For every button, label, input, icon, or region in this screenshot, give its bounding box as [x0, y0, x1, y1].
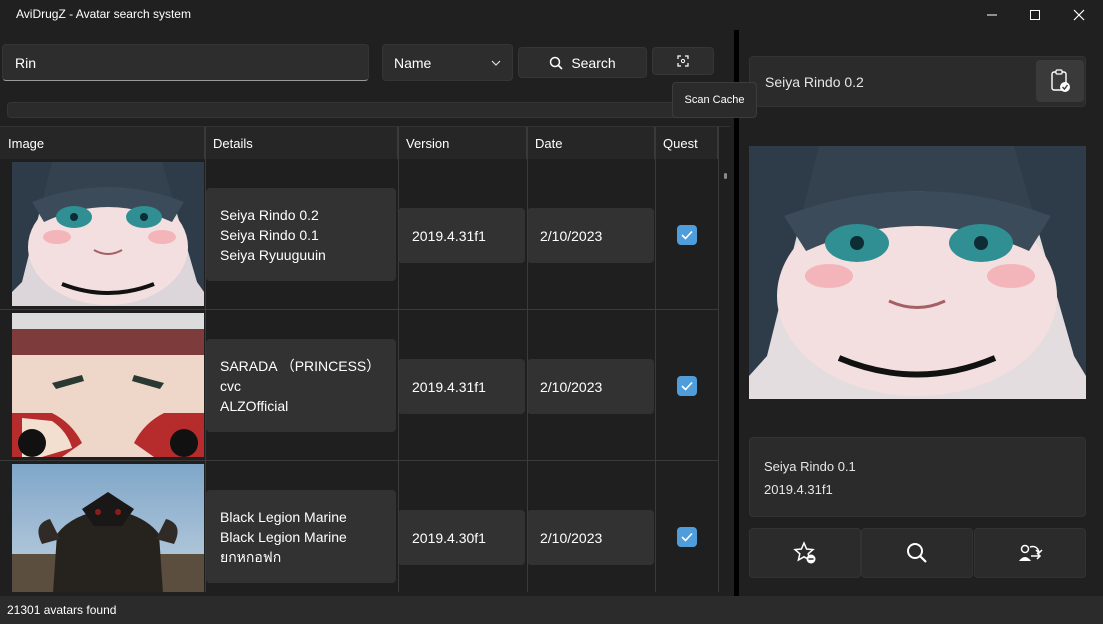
date-cell: 2/10/2023	[527, 510, 654, 565]
avatar-description: cvc	[220, 377, 241, 394]
search-button-label: Search	[571, 54, 616, 71]
close-icon	[1073, 9, 1085, 21]
table-row[interactable]: SARADA （PRINCESS） cvc ALZOfficial 2019.4…	[0, 310, 718, 461]
change-avatar-button[interactable]	[974, 528, 1086, 578]
details-cell: Seiya Rindo 0.2 Seiya Rindo 0.1 Seiya Ry…	[206, 188, 396, 281]
selected-avatar-description: Seiya Rindo 0.1	[764, 459, 856, 474]
avatar-author: ยกหกอฟก	[220, 548, 282, 565]
checkmark-icon	[681, 381, 693, 391]
column-divider	[205, 127, 206, 592]
avatar-grid: Image Details Version Date Quest Seiya R…	[0, 126, 730, 592]
column-divider	[527, 127, 528, 592]
scan-cache-button[interactable]	[652, 47, 714, 75]
avatar-author: ALZOfficial	[220, 397, 289, 414]
copy-id-button[interactable]	[1036, 60, 1084, 102]
avatar-name: Seiya Rindo 0.2	[220, 206, 319, 223]
search-mode-value: Name	[394, 54, 432, 71]
maximize-button[interactable]	[1012, 0, 1058, 30]
version-cell: 2019.4.31f1	[398, 208, 525, 263]
avatar-description: Black Legion Marine	[220, 528, 347, 545]
avatar-thumbnail	[12, 313, 204, 457]
selected-avatar-version: 2019.4.31f1	[764, 482, 833, 497]
search-input[interactable]: Rin	[2, 44, 369, 81]
window-title: AviDrugZ - Avatar search system	[16, 7, 191, 21]
avatar-description: Seiya Rindo 0.1	[220, 226, 319, 243]
column-divider	[718, 127, 719, 592]
search-mode-select[interactable]: Name	[382, 44, 513, 81]
avatar-preview-image	[749, 146, 1086, 399]
search-icon	[550, 56, 563, 70]
minimize-button[interactable]	[969, 0, 1015, 30]
avatar-author: Seiya Ryuuguuin	[220, 246, 326, 263]
column-header-image[interactable]: Image	[0, 127, 205, 159]
minimize-icon	[987, 14, 997, 16]
favorite-add-icon	[793, 541, 816, 564]
result-count: 21301 avatars found	[7, 603, 117, 617]
column-header-quest[interactable]: Quest	[655, 127, 718, 159]
avatar-name: SARADA （PRINCESS）	[220, 357, 381, 374]
scrollbar-thumb[interactable]	[724, 173, 727, 179]
add-favorite-button[interactable]	[749, 528, 861, 578]
date-cell: 2/10/2023	[527, 208, 654, 263]
status-bar: 21301 avatars found	[0, 596, 1103, 624]
progress-bar	[7, 102, 727, 118]
column-divider	[655, 127, 656, 592]
column-header-date[interactable]: Date	[527, 127, 655, 159]
avatar-thumbnail	[12, 162, 204, 306]
search-button[interactable]: Search	[518, 47, 647, 78]
scan-cache-tooltip: Scan Cache	[672, 82, 757, 118]
date-cell: 2/10/2023	[527, 359, 654, 414]
search-input-value: Rin	[15, 54, 37, 71]
close-button[interactable]	[1056, 0, 1102, 30]
table-row[interactable]: Seiya Rindo 0.2 Seiya Rindo 0.1 Seiya Ry…	[0, 159, 718, 310]
search-avatar-button[interactable]	[861, 528, 973, 578]
checkmark-icon	[681, 532, 693, 542]
quest-checkbox[interactable]	[677, 376, 697, 396]
selected-avatar-info: Seiya Rindo 0.1 2019.4.31f1	[749, 437, 1086, 517]
avatar-thumbnail	[12, 464, 204, 592]
quest-checkbox[interactable]	[677, 527, 697, 547]
grid-scrollbar[interactable]	[721, 158, 729, 592]
checkmark-icon	[681, 230, 693, 240]
maximize-icon	[1030, 10, 1040, 20]
details-cell: SARADA （PRINCESS） cvc ALZOfficial	[206, 339, 396, 432]
clipboard-check-icon	[1051, 69, 1070, 92]
column-header-version[interactable]: Version	[398, 127, 527, 159]
selected-avatar-name: Seiya Rindo 0.2	[765, 74, 864, 90]
scan-icon	[677, 55, 689, 67]
details-cell: Black Legion Marine Black Legion Marine …	[206, 490, 396, 583]
quest-checkbox[interactable]	[677, 225, 697, 245]
table-row[interactable]: Black Legion Marine Black Legion Marine …	[0, 461, 718, 592]
column-divider	[398, 127, 399, 592]
column-header-details[interactable]: Details	[205, 127, 398, 159]
version-cell: 2019.4.30f1	[398, 510, 525, 565]
avatar-name: Black Legion Marine	[220, 508, 347, 525]
version-cell: 2019.4.31f1	[398, 359, 525, 414]
chevron-down-icon	[491, 60, 501, 66]
search-icon	[907, 543, 927, 563]
user-switch-icon	[1019, 544, 1043, 561]
